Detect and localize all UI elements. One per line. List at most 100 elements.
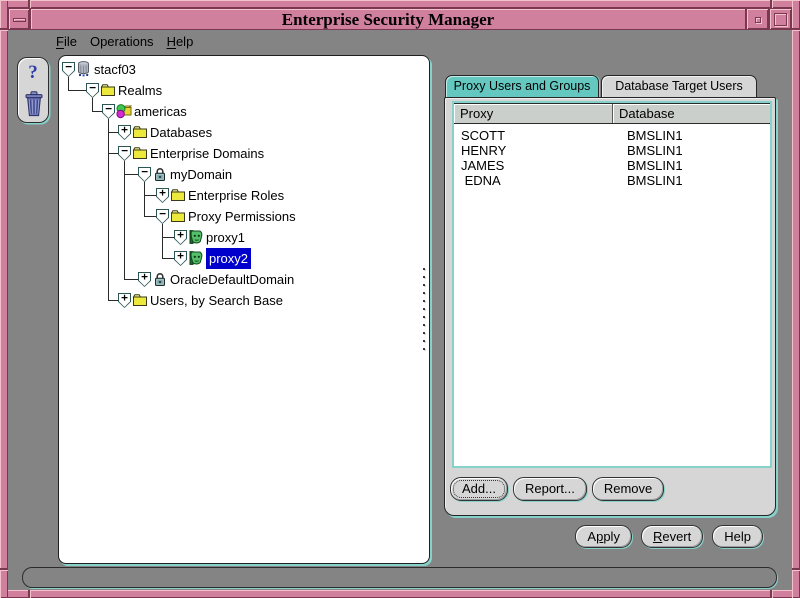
window-border-left[interactable] bbox=[0, 0, 8, 598]
apply-button[interactable]: Apply bbox=[575, 525, 632, 548]
toolbar: ? bbox=[17, 57, 49, 123]
tree-expand-handle[interactable]: − bbox=[156, 209, 169, 224]
window-border-bottom[interactable] bbox=[0, 590, 800, 598]
tree-node-label[interactable]: americas bbox=[134, 101, 187, 122]
table-row[interactable]: HENRYBMSLIN1 bbox=[454, 143, 770, 158]
table-cell[interactable]: EDNA bbox=[454, 173, 620, 188]
splitter-dot bbox=[423, 292, 425, 294]
window-border-top[interactable] bbox=[0, 0, 800, 8]
maximize-icon bbox=[774, 13, 787, 26]
table-actions: Add...Report...Remove bbox=[450, 477, 664, 501]
tree-node-label[interactable]: Enterprise Domains bbox=[150, 143, 264, 164]
tab-proxy-users-and-groups[interactable]: Proxy Users and Groups bbox=[445, 75, 599, 98]
splitter-dot bbox=[423, 268, 425, 270]
lock-icon bbox=[152, 271, 168, 287]
remove-button[interactable]: Remove bbox=[592, 477, 664, 501]
tree-node-label[interactable]: myDomain bbox=[170, 164, 232, 185]
tree-node: + proxy1 bbox=[59, 227, 429, 248]
folder-icon bbox=[170, 187, 186, 203]
dialog-actions: Apply Revert Help bbox=[575, 525, 763, 548]
tree-node: + Enterprise Roles bbox=[59, 185, 429, 206]
tree-node: − Proxy Permissions bbox=[59, 206, 429, 227]
folder-icon bbox=[100, 82, 116, 98]
table-cell[interactable]: BMSLIN1 bbox=[620, 143, 770, 158]
tree-node-label[interactable]: Enterprise Roles bbox=[188, 185, 284, 206]
tree-expand-handle[interactable]: − bbox=[102, 104, 115, 119]
tree-expand-handle[interactable]: + bbox=[174, 251, 187, 266]
mask-icon bbox=[188, 250, 204, 266]
table-body: SCOTTBMSLIN1HENRYBMSLIN1JAMESBMSLIN1 EDN… bbox=[454, 124, 770, 188]
table-cell[interactable]: JAMES bbox=[454, 158, 620, 173]
tree-expand-handle[interactable]: + bbox=[156, 188, 169, 203]
frame-notch bbox=[770, 590, 772, 598]
tree-expand-handle[interactable]: − bbox=[62, 62, 75, 77]
splitter-dot bbox=[423, 284, 425, 286]
menu-help[interactable]: Help bbox=[167, 34, 194, 50]
tree-node-label[interactable]: stacf03 bbox=[94, 59, 136, 80]
tree-expand-handle[interactable]: − bbox=[86, 83, 99, 98]
tree-node-label[interactable]: OracleDefaultDomain bbox=[170, 269, 294, 290]
table-cell[interactable]: SCOTT bbox=[454, 128, 620, 143]
tree-node: + OracleDefaultDomain bbox=[59, 269, 429, 290]
table-header-row: ProxyDatabase bbox=[454, 103, 770, 124]
splitter-dot bbox=[423, 300, 425, 302]
tree-expand-handle[interactable]: + bbox=[118, 125, 131, 140]
splitter-dot bbox=[423, 332, 425, 334]
proxy-users-table: ProxyDatabase SCOTTBMSLIN1HENRYBMSLIN1JA… bbox=[452, 101, 772, 468]
tab-database-target-users[interactable]: Database Target Users bbox=[601, 75, 757, 98]
tree-node-label[interactable]: proxy1 bbox=[206, 227, 245, 248]
table-cell[interactable]: BMSLIN1 bbox=[620, 158, 770, 173]
window-border-right[interactable] bbox=[792, 0, 800, 598]
tree-node-label[interactable]: Proxy Permissions bbox=[188, 206, 296, 227]
tree-node: + Users, by Search Base bbox=[59, 290, 429, 311]
table-cell[interactable]: BMSLIN1 bbox=[620, 173, 770, 188]
table-row[interactable]: JAMESBMSLIN1 bbox=[454, 158, 770, 173]
menubar: File Operations Help bbox=[56, 34, 193, 50]
tree-node: − Enterprise Domains bbox=[59, 143, 429, 164]
maximize-button[interactable] bbox=[769, 8, 792, 30]
enterprise-security-manager-window: Enterprise Security Manager File Operatio… bbox=[0, 0, 800, 598]
frame-notch bbox=[0, 568, 8, 570]
tree-node: + Databases bbox=[59, 122, 429, 143]
tree-node-label[interactable]: Realms bbox=[118, 80, 162, 101]
tree-expand-handle[interactable]: + bbox=[174, 230, 187, 245]
tree-node: − stacf03 bbox=[59, 59, 429, 80]
add-button[interactable]: Add... bbox=[450, 477, 508, 501]
help-button[interactable]: Help bbox=[712, 525, 763, 548]
revert-button[interactable]: Revert bbox=[641, 525, 703, 548]
window-menu-button[interactable] bbox=[8, 8, 30, 30]
window-menu-dash-icon bbox=[13, 18, 26, 22]
help-icon[interactable]: ? bbox=[18, 62, 48, 84]
menu-file[interactable]: File bbox=[56, 34, 77, 50]
splitter-dot bbox=[423, 276, 425, 278]
mask-icon bbox=[188, 229, 204, 245]
table-cell[interactable]: BMSLIN1 bbox=[620, 128, 770, 143]
tree-node: − americas bbox=[59, 101, 429, 122]
tree-node-label[interactable]: proxy2 bbox=[206, 248, 251, 269]
tree-expand-handle[interactable]: + bbox=[138, 272, 151, 287]
proxy-users-panel: ProxyDatabase SCOTTBMSLIN1HENRYBMSLIN1JA… bbox=[444, 97, 776, 516]
frame-notch bbox=[792, 568, 800, 570]
folder-icon bbox=[132, 292, 148, 308]
splitter-dot bbox=[423, 308, 425, 310]
tree-node-label[interactable]: Users, by Search Base bbox=[150, 290, 283, 311]
tree-node-label[interactable]: Databases bbox=[150, 122, 212, 143]
folder-icon bbox=[132, 145, 148, 161]
menu-operations[interactable]: Operations bbox=[90, 34, 154, 50]
folder-icon bbox=[170, 208, 186, 224]
trash-icon[interactable] bbox=[24, 91, 44, 117]
window-title[interactable]: Enterprise Security Manager bbox=[30, 8, 746, 30]
splitter-dot bbox=[423, 316, 425, 318]
status-bar bbox=[22, 567, 777, 588]
table-cell[interactable]: HENRY bbox=[454, 143, 620, 158]
frame-notch bbox=[0, 28, 8, 30]
tree-expand-handle[interactable]: − bbox=[118, 146, 131, 161]
report-button[interactable]: Report... bbox=[513, 477, 587, 501]
tree-expand-handle[interactable]: − bbox=[138, 167, 151, 182]
table-row[interactable]: EDNABMSLIN1 bbox=[454, 173, 770, 188]
tree-expand-handle[interactable]: + bbox=[118, 293, 131, 308]
table-row[interactable]: SCOTTBMSLIN1 bbox=[454, 128, 770, 143]
iconify-button[interactable] bbox=[746, 8, 769, 30]
splitter-dot bbox=[423, 340, 425, 342]
navigator-tree[interactable]: −stacf03−Realms−americas+Databases−Enter… bbox=[58, 55, 430, 564]
